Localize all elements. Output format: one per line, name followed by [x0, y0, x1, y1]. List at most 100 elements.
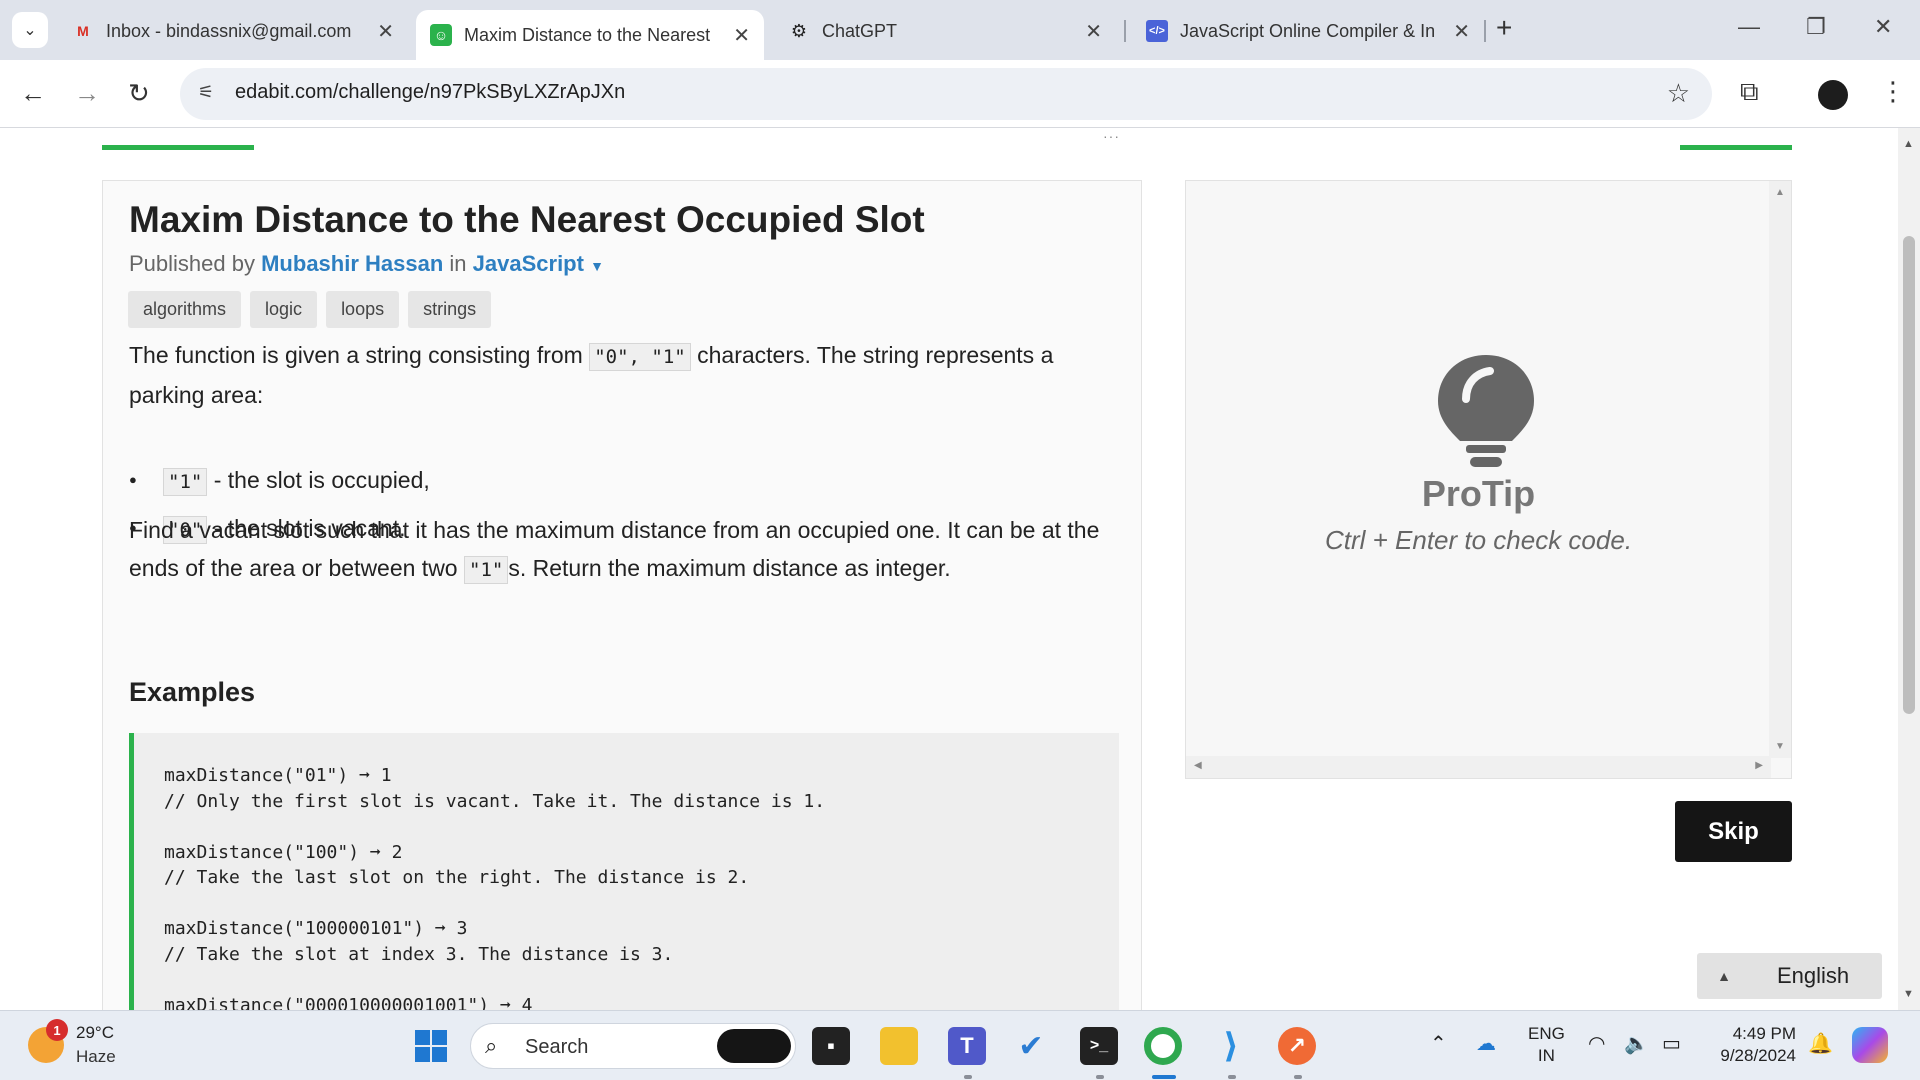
tab-separator	[1484, 20, 1486, 42]
tag-logic[interactable]: logic	[250, 291, 318, 328]
close-icon[interactable]: ✕	[377, 19, 394, 44]
wifi-icon[interactable]: ◠	[1588, 1031, 1605, 1056]
examples-heading: Examples	[129, 677, 256, 707]
todo-check-icon[interactable]: ✔	[1012, 1027, 1050, 1065]
notification-badge: 1	[46, 1019, 68, 1041]
protip-panel: ProTip Ctrl + Enter to check code. ▲ ▼ ◀…	[1185, 180, 1792, 779]
profile-avatar[interactable]	[1818, 80, 1848, 110]
new-tab-button[interactable]: +	[1496, 12, 1512, 44]
progress-bar-left	[102, 145, 254, 150]
address-bar[interactable]: ⚟ edabit.com/challenge/n97PkSByLXZrApJXn…	[180, 68, 1712, 120]
scroll-up-arrow-icon[interactable]: ▲	[1903, 138, 1914, 150]
onedrive-cloud-icon[interactable]: ☁	[1476, 1031, 1496, 1056]
scroll-left-arrow-icon[interactable]: ◀	[1194, 760, 1202, 771]
example-call: maxDistance("01") ➞ 1	[164, 765, 392, 786]
protip-horizontal-scrollbar[interactable]: ◀ ▶	[1186, 756, 1771, 778]
language-selector[interactable]: ▲ English	[1697, 953, 1882, 999]
reload-icon[interactable]: ↻	[128, 78, 150, 109]
progress-bar-right	[1680, 145, 1792, 150]
bookmark-star-icon[interactable]: ☆	[1667, 78, 1690, 109]
example-call: maxDistance("000010000001001") ➞ 4	[164, 994, 533, 1011]
gmail-icon: M	[77, 23, 89, 39]
tag-loops[interactable]: loops	[326, 291, 400, 328]
description-paragraph-1: The function is given a string consistin…	[129, 342, 1054, 408]
browser-toolbar: ← → ↻ ⚟ edabit.com/challenge/n97PkSByLXZ…	[0, 60, 1920, 128]
postman-icon[interactable]: ↗	[1278, 1027, 1316, 1065]
close-icon[interactable]: ✕	[1085, 19, 1102, 44]
example-call: maxDistance("100000101") ➞ 3	[164, 918, 468, 939]
chrome-icon[interactable]	[1144, 1027, 1182, 1065]
scrollbar-thumb[interactable]	[1903, 236, 1915, 714]
copilot-icon[interactable]	[1852, 1027, 1888, 1063]
back-arrow-icon[interactable]: ←	[20, 78, 46, 109]
tab-js-compiler[interactable]: </> JavaScript Online Compiler & In ✕	[1132, 10, 1484, 52]
scroll-up-arrow-icon[interactable]: ▲	[1775, 187, 1785, 198]
search-label: Search	[525, 1036, 589, 1058]
weather-condition[interactable]: Haze	[76, 1047, 116, 1067]
teams-icon[interactable]: T	[948, 1027, 986, 1065]
input-language-indicator[interactable]: ENG IN	[1528, 1023, 1565, 1067]
tag-strings[interactable]: strings	[408, 291, 492, 328]
list-item: "1" - the slot is occupied,	[129, 457, 430, 505]
edabit-icon: ☺	[430, 24, 452, 46]
tab-strip: ⌄ M Inbox - bindassnix@gmail.com ✕ ☺ Max…	[0, 0, 1920, 60]
tab-title: Inbox - bindassnix@gmail.com	[106, 20, 352, 41]
language-link[interactable]: JavaScript	[473, 251, 584, 276]
running-indicator	[1228, 1075, 1236, 1079]
extensions-icon[interactable]: ⧉	[1740, 76, 1759, 108]
example-call: maxDistance("100") ➞ 2	[164, 841, 403, 863]
tag-algorithms[interactable]: algorithms	[128, 291, 242, 328]
tab-gmail[interactable]: M Inbox - bindassnix@gmail.com ✕	[58, 10, 408, 52]
close-icon[interactable]: ✕	[733, 23, 750, 48]
restore-icon[interactable]: ❐	[1806, 14, 1826, 40]
system-clock[interactable]: 4:49 PM 9/28/2024	[1710, 1023, 1796, 1067]
tab-edabit[interactable]: ☺ Maxim Distance to the Nearest ✕	[416, 10, 764, 60]
url-text[interactable]: edabit.com/challenge/n97PkSByLXZrApJXn	[235, 81, 625, 104]
tab-chatgpt[interactable]: ⚙ ChatGPT ✕	[774, 10, 1116, 52]
protip-title: ProTip	[1421, 473, 1536, 514]
tab-title: JavaScript Online Compiler & In	[1180, 20, 1436, 41]
examples-code-block: maxDistance("01") ➞ 1 // Only the first …	[129, 733, 1119, 1010]
file-explorer-icon[interactable]	[880, 1027, 918, 1065]
caret-down-icon[interactable]: ▼	[590, 258, 604, 274]
inline-code: "1"	[163, 468, 208, 496]
taskbar-search[interactable]: ⌕ Search	[470, 1023, 796, 1069]
protip-vertical-scrollbar[interactable]: ▲ ▼	[1769, 181, 1791, 758]
vscode-icon[interactable]: ⟩	[1212, 1027, 1250, 1065]
tab-title: ChatGPT	[822, 20, 898, 41]
protip-text: Ctrl + Enter to check code.	[1324, 525, 1633, 555]
tag-list: algorithms logic loops strings	[128, 291, 492, 328]
terminal-icon[interactable]: >_	[1080, 1027, 1118, 1065]
skip-button[interactable]: Skip	[1675, 801, 1792, 862]
running-indicator	[1096, 1075, 1104, 1079]
page-scrollbar[interactable]: ▲ ▼	[1898, 128, 1920, 1010]
tab-title: Maxim Distance to the Nearest	[464, 24, 711, 45]
scroll-right-arrow-icon[interactable]: ▶	[1755, 760, 1763, 771]
author-link[interactable]: Mubashir Hassan	[261, 251, 443, 276]
scroll-down-arrow-icon[interactable]: ▼	[1903, 988, 1914, 1000]
forward-arrow-icon[interactable]: →	[74, 78, 100, 109]
search-icon: ⌕	[485, 1033, 498, 1058]
running-indicator	[1294, 1075, 1302, 1079]
lightbulb-icon	[1438, 355, 1534, 467]
weather-temperature[interactable]: 29°C	[76, 1023, 114, 1043]
chatgpt-icon: ⚙	[790, 20, 808, 41]
examples-code: maxDistance("01") ➞ 1 // Only the first …	[164, 763, 825, 1010]
more-menu-icon[interactable]: ⋮	[1880, 76, 1906, 107]
scroll-down-arrow-icon[interactable]: ▼	[1775, 741, 1785, 752]
windows-start-icon[interactable]	[414, 1029, 448, 1063]
close-icon[interactable]: ✕	[1453, 19, 1470, 44]
battery-icon[interactable]: ▭	[1662, 1031, 1681, 1056]
show-hidden-icons-chevron-icon[interactable]: ⌃	[1430, 1031, 1447, 1056]
more-dots-icon[interactable]: ···	[1103, 128, 1120, 144]
tab-search-button[interactable]: ⌄	[12, 12, 48, 48]
description-paragraph-2: Find a vacant slot such that it has the …	[129, 511, 1119, 589]
inline-code: "0", "1"	[589, 343, 691, 371]
tab-separator	[1124, 20, 1126, 42]
minimize-icon[interactable]: —	[1738, 14, 1760, 40]
notification-bell-icon[interactable]: 🔔	[1808, 1031, 1833, 1056]
window-close-icon[interactable]: ✕	[1874, 14, 1892, 40]
task-view-icon[interactable]: ▪	[812, 1027, 850, 1065]
site-settings-icon[interactable]: ⚟	[198, 82, 214, 103]
volume-icon[interactable]: 🔈	[1624, 1031, 1649, 1056]
